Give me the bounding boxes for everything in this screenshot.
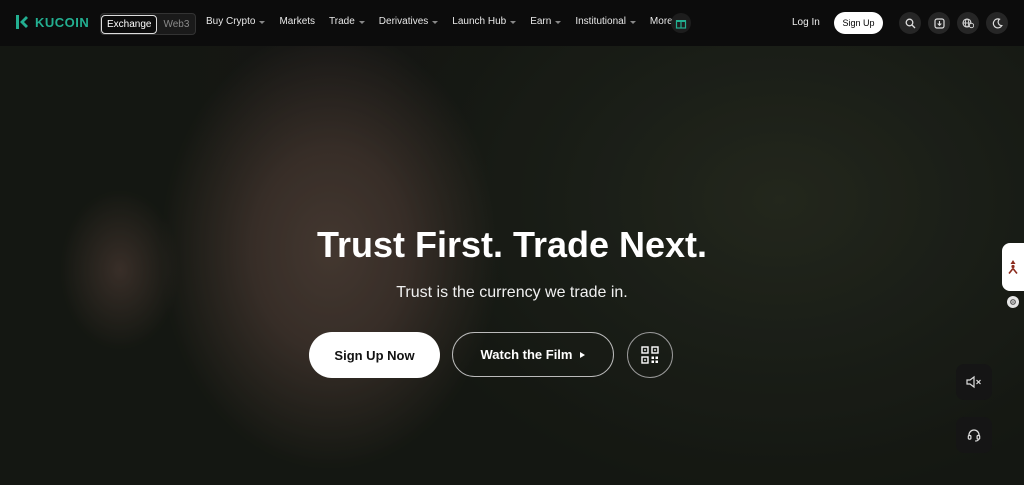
login-link[interactable]: Log In (792, 17, 820, 28)
exchange-tab[interactable]: Exchange (101, 14, 158, 34)
search-icon[interactable] (899, 12, 921, 34)
hero-title: Trust First. Trade Next. (316, 224, 708, 265)
hero-subtitle: Trust is the currency we trade in. (396, 284, 628, 301)
qr-code-icon (641, 346, 659, 364)
moon-icon[interactable] (986, 12, 1008, 34)
kucoin-logo[interactable]: KUCOIN (14, 14, 89, 30)
logo-text: KUCOIN (35, 14, 90, 30)
support-button[interactable] (956, 417, 992, 453)
side-promo-tab[interactable] (1002, 243, 1024, 291)
chevron-down-icon (259, 20, 266, 24)
play-icon (580, 351, 586, 358)
menu-item-launch-hub[interactable]: Launch Hub (452, 16, 517, 27)
download-icon[interactable] (928, 12, 950, 34)
mode-toggle: Exchange Web3 (100, 13, 197, 35)
headset-icon (967, 429, 981, 442)
menu-item-earn[interactable]: Earn (530, 16, 562, 27)
menu-item-institutional[interactable]: Institutional (575, 16, 636, 27)
menu-item-markets[interactable]: Markets (279, 16, 315, 27)
main-menu: Buy Crypto Markets Trade Derivatives Lau… (206, 16, 697, 27)
chevron-down-icon (629, 20, 636, 24)
mute-icon (966, 375, 981, 389)
kucoin-logo-icon (16, 15, 28, 29)
chevron-down-icon (510, 20, 517, 24)
nav-signup-button[interactable]: Sign Up (834, 12, 883, 34)
globe-currency-icon[interactable] (957, 12, 979, 34)
menu-item-buy-crypto[interactable]: Buy Crypto (206, 16, 266, 27)
menu-item-derivatives[interactable]: Derivatives (379, 16, 439, 27)
person-arrow-icon (1008, 260, 1018, 274)
gift-icon[interactable] (671, 13, 691, 33)
sign-up-now-button[interactable]: Sign Up Now (309, 332, 440, 378)
watch-film-button[interactable]: Watch the Film (452, 332, 614, 377)
gear-icon[interactable] (1007, 296, 1019, 308)
web3-tab[interactable]: Web3 (157, 16, 195, 33)
chevron-down-icon (432, 20, 439, 24)
chevron-down-icon (358, 20, 365, 24)
top-navbar: KUCOIN Exchange Web3 Buy Crypto Markets … (0, 0, 1024, 46)
menu-item-trade[interactable]: Trade (329, 16, 365, 27)
chevron-down-icon (555, 20, 562, 24)
mute-button[interactable] (956, 364, 992, 400)
qr-code-button[interactable] (627, 332, 673, 378)
